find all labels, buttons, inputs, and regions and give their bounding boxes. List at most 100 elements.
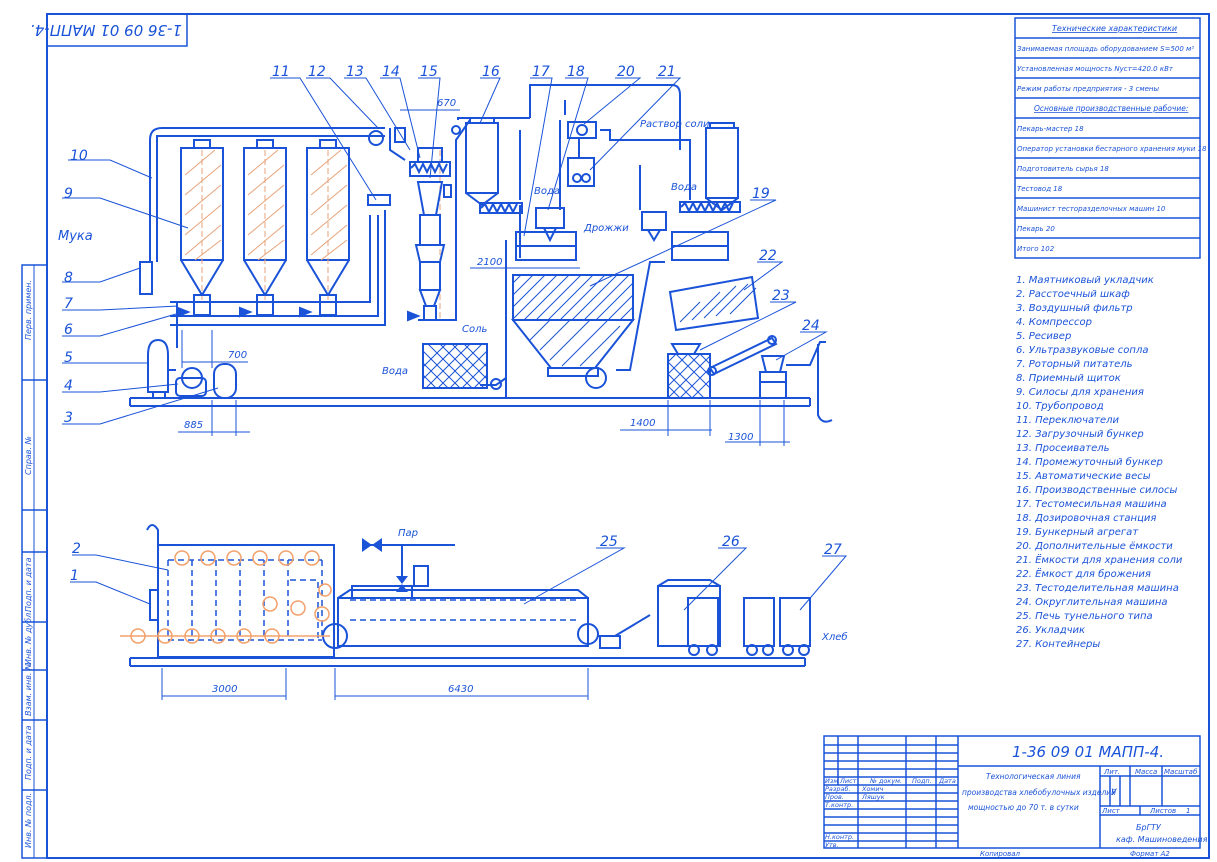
leader-25: 25 [600, 534, 618, 550]
legend-item-10: 10. Трубопровод [1016, 400, 1104, 412]
legend-item-27: 27. Контейнеры [1016, 639, 1100, 650]
label-sol: Соль [462, 324, 487, 335]
label-par: Пар [398, 528, 418, 539]
title-block-massa: Масса [1135, 768, 1157, 776]
legend-item-18: 18. Дозировочная станция [1016, 513, 1156, 524]
legend-item-11: 11. Переключатели [1016, 415, 1120, 426]
title-block-sheets-value: 1 [1186, 807, 1190, 815]
title-block-copied: Копировал [980, 850, 1021, 858]
legend-item-12: 12. Загрузочный бункер [1016, 428, 1144, 440]
leader-21: 21 [658, 64, 676, 80]
title-block-col-data: Дата [938, 777, 956, 785]
rotated-stamp-code: 1-36 09 01 МАПП-4. [30, 21, 182, 39]
label-drozhzhi: Дрожжи [583, 223, 629, 234]
tech-worker-3: Подготовитель сырья 18 [1017, 165, 1109, 173]
tech-workers-title: Основные производственные рабочие: [1034, 104, 1188, 113]
legend: 1. Маятниковый укладчик 2. Расстоечный ш… [1016, 275, 1183, 650]
legend-item-6: 6. Ультразвуковые сопла [1016, 345, 1148, 356]
leader-19: 19 [752, 186, 770, 202]
legend-item-26: 26. Укладчик [1016, 625, 1085, 636]
legend-item-13: 13. Просеиватель [1016, 443, 1110, 454]
dim-3000: 3000 [212, 684, 237, 695]
legend-item-22: 22. Ёмкост для брожения [1016, 567, 1151, 580]
leader-18: 18 [567, 64, 585, 80]
title-block-org2: каф. Машиноведения [1116, 835, 1208, 844]
lower-scheme [129, 524, 811, 667]
side-label-inv-dubl: Инв. № дубл. [24, 610, 33, 665]
legend-item-19: 19. Бункерный агрегат [1016, 527, 1139, 538]
title-block-format: Формат A2 [1130, 850, 1170, 858]
title-block-lit-value: У [1111, 788, 1117, 798]
legend-item-15: 15. Автоматические весы [1016, 471, 1151, 482]
label-voda-1: Вода [382, 366, 408, 377]
legend-item-24: 24. Округлительная машина [1016, 597, 1168, 608]
legend-item-23: 23. Тестоделительная машина [1016, 583, 1179, 594]
title-block-name-3: мощностью до 70 т. в сутки [968, 803, 1079, 812]
legend-item-25: 25. Печь тунельного типа [1016, 611, 1153, 622]
label-hleb: Хлеб [821, 631, 848, 643]
legend-item-21: 21. Ёмкости для хранения соли [1016, 553, 1183, 566]
label-voda-2: Вода [534, 186, 560, 197]
legend-item-2: 2. Расстоечный шкаф [1016, 289, 1130, 300]
tech-title: Технические характеристики [1052, 24, 1177, 33]
leader-7: 7 [64, 296, 73, 312]
leader-8: 8 [64, 270, 73, 286]
legend-item-17: 17. Тестомесильная машина [1016, 499, 1167, 510]
label-muka: Мука [58, 229, 93, 244]
upper-hatching [422, 274, 757, 399]
tech-worker-1: Пекарь-мастер 18 [1017, 125, 1084, 133]
leader-22: 22 [759, 248, 777, 264]
title-block-name-2: производства хлебобулочных изделий [962, 788, 1116, 797]
tech-worker-6: Пекарь 20 [1017, 225, 1055, 233]
leader-26: 26 [722, 534, 740, 550]
tech-row-power: Установленная мощность Nуст=420.0 кВт [1017, 65, 1174, 73]
title-block-prov-name: Ляшук [861, 793, 885, 801]
lower-leader-numbers: 2 1 25 26 27 [70, 534, 842, 584]
side-column-labels: Перв. примен. Справ. № Подп. и дата Инв.… [24, 280, 33, 848]
leader-11: 11 [272, 64, 290, 80]
title-block-lit: Лит. [1103, 768, 1120, 776]
leader-14: 14 [382, 64, 400, 80]
title-block-col-podp: Подп. [912, 777, 932, 785]
leader-15: 15 [420, 64, 438, 80]
legend-item-20: 20. Дополнительные ёмкости [1016, 541, 1173, 552]
leader-24: 24 [802, 318, 820, 334]
proofer-chain [167, 559, 576, 641]
tech-table-grid [1014, 17, 1201, 259]
dim-885: 885 [184, 420, 203, 431]
side-label-perv: Перв. примен. [24, 280, 33, 340]
title-block-col-doc: № докум. [869, 777, 902, 785]
title-block-razrab: Разраб. [825, 785, 851, 793]
leader-23: 23 [772, 288, 790, 304]
tech-worker-2: Оператор установки бестарного хранения м… [1017, 145, 1207, 153]
title-block-col-izm: Изм [825, 777, 838, 785]
title-block-razrab-name: Хомич [861, 785, 884, 793]
title-block-tkontr: Т.контр. [825, 801, 853, 809]
legend-item-16: 16. Производственные силосы [1016, 485, 1177, 496]
title-block-masshtab: Масштаб [1164, 768, 1198, 776]
title-block-code: 1-36 09 01 МАПП-4. [1012, 743, 1164, 761]
leader-2: 2 [72, 541, 81, 557]
side-label-podp1: Подп. и дата [24, 557, 33, 612]
title-block-name-1: Технологическая линия [986, 772, 1081, 781]
legend-item-9: 9. Силосы для хранения [1016, 387, 1144, 398]
title-block-col-list: Лист [839, 777, 857, 785]
leader-9: 9 [64, 186, 73, 202]
upper-scheme [129, 84, 833, 423]
tech-worker-4: Тестовод 18 [1017, 185, 1063, 193]
leader-4: 4 [64, 378, 73, 394]
side-label-vzam: Взам. инв. № [24, 662, 33, 716]
side-label-inv-podl: Инв. № подл. [24, 793, 33, 848]
leader-27: 27 [824, 542, 842, 558]
title-block-utv: Утв. [825, 841, 839, 849]
label-rastvor-soli-text: Раствор соли [640, 119, 710, 130]
dim-1400: 1400 [630, 418, 655, 429]
leader-3: 3 [64, 410, 73, 426]
dim-670: 670 [437, 98, 456, 109]
upper-dimensions [178, 109, 790, 446]
dim-1300: 1300 [728, 432, 753, 443]
legend-item-8: 8. Приемный щиток [1016, 373, 1121, 384]
title-block-sheets: Листов [1149, 807, 1176, 815]
label-rastvor-soli: Раствор соли [640, 119, 710, 130]
leader-10: 10 [70, 148, 88, 164]
